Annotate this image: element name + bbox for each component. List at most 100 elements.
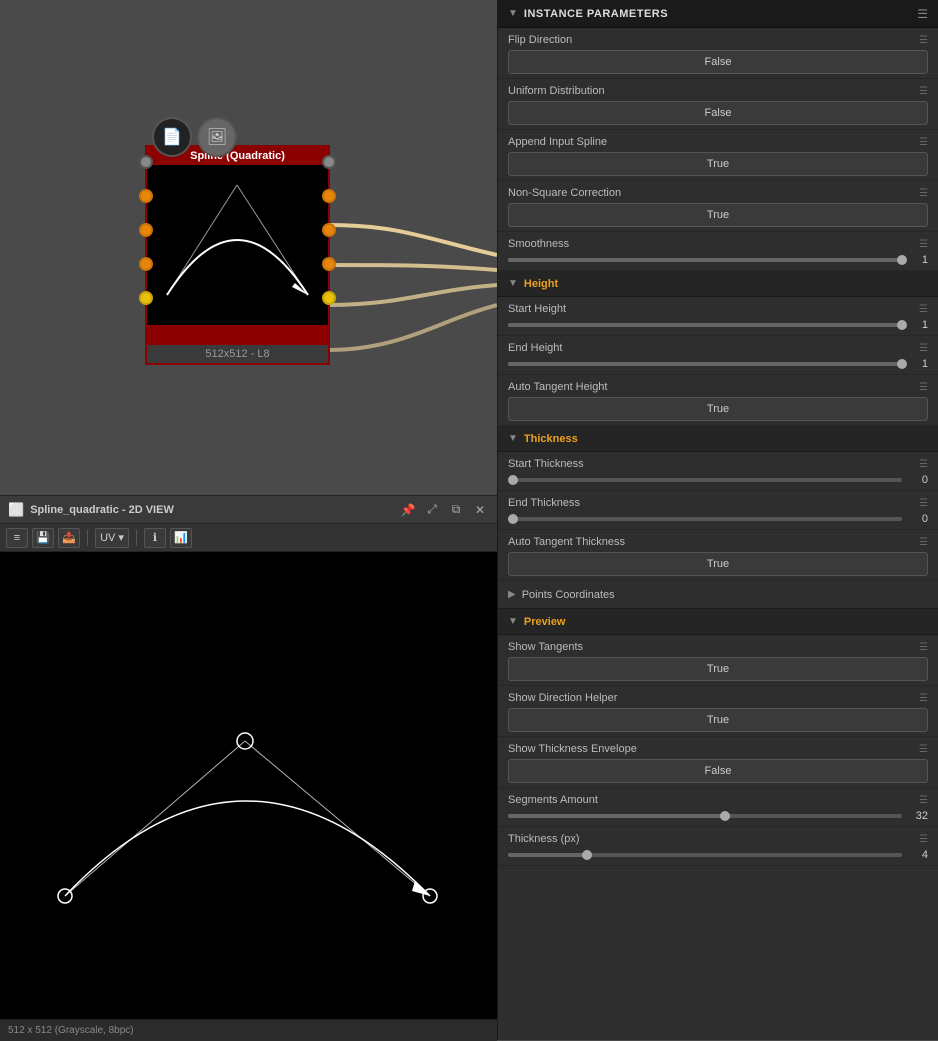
smoothness-track[interactable] bbox=[508, 258, 902, 262]
end-height-label-text: End Height bbox=[508, 342, 919, 354]
height-section-header[interactable]: ▼ Height bbox=[498, 271, 938, 297]
end-height-thumb[interactable] bbox=[897, 359, 907, 369]
close-button[interactable]: ✕ bbox=[471, 501, 489, 519]
end-thickness-row: End Thickness ☰ 0 bbox=[498, 491, 938, 530]
points-coord-title: Points Coordinates bbox=[522, 589, 928, 601]
right-panel: ▼ INSTANCE PARAMETERS ☰ Flip Direction ☰… bbox=[497, 0, 938, 1040]
auto-tangent-thickness-filter[interactable]: ☰ bbox=[919, 537, 928, 548]
end-thickness-filter[interactable]: ☰ bbox=[919, 498, 928, 509]
connector-right-1[interactable] bbox=[322, 155, 336, 169]
segments-amount-thumb[interactable] bbox=[720, 811, 730, 821]
thickness-px-track[interactable] bbox=[508, 853, 902, 857]
end-height-filter[interactable]: ☰ bbox=[919, 343, 928, 354]
start-height-filter[interactable]: ☰ bbox=[919, 304, 928, 315]
smoothness-thumb[interactable] bbox=[897, 255, 907, 265]
start-height-track[interactable] bbox=[508, 323, 902, 327]
end-thickness-thumb[interactable] bbox=[508, 514, 518, 524]
points-coordinates-row[interactable]: ▶ Points Coordinates bbox=[498, 581, 938, 609]
pin-button[interactable]: 📌 bbox=[399, 501, 417, 519]
toolbar-chart-btn[interactable]: 📊 bbox=[170, 528, 192, 548]
segments-amount-row: Segments Amount ☰ 32 bbox=[498, 788, 938, 827]
flip-direction-filter[interactable]: ☰ bbox=[919, 35, 928, 46]
append-input-filter[interactable]: ☰ bbox=[919, 137, 928, 148]
show-thickness-env-value: False bbox=[705, 765, 732, 777]
view-canvas bbox=[0, 552, 497, 1019]
flip-direction-toggle[interactable]: False bbox=[508, 50, 928, 74]
segments-amount-filter[interactable]: ☰ bbox=[919, 795, 928, 806]
show-direction-label: Show Direction Helper ☰ bbox=[508, 692, 928, 704]
left-panel: 📄 🖼 Spline (Quadratic) bbox=[0, 0, 497, 1040]
non-square-label-text: Non-Square Correction bbox=[508, 187, 919, 199]
start-thickness-track[interactable] bbox=[508, 478, 902, 482]
start-height-thumb[interactable] bbox=[897, 320, 907, 330]
connector-right-5[interactable] bbox=[322, 291, 336, 305]
toolbar-layers-btn[interactable]: ≡ bbox=[6, 528, 28, 548]
append-input-label: Append Input Spline ☰ bbox=[508, 136, 928, 148]
show-tangents-filter[interactable]: ☰ bbox=[919, 642, 928, 653]
node-icon-image[interactable]: 🖼 bbox=[197, 117, 237, 157]
start-thickness-row: Start Thickness ☰ 0 bbox=[498, 452, 938, 491]
expand-button[interactable]: ⤢ bbox=[423, 501, 441, 519]
filter-icon-main[interactable]: ☰ bbox=[917, 7, 928, 21]
uniform-dist-toggle[interactable]: False bbox=[508, 101, 928, 125]
end-height-track[interactable] bbox=[508, 362, 902, 366]
connector-left-1[interactable] bbox=[139, 155, 153, 169]
non-square-toggle[interactable]: True bbox=[508, 203, 928, 227]
toolbar-info-btn[interactable]: ℹ bbox=[144, 528, 166, 548]
auto-tangent-height-toggle[interactable]: True bbox=[508, 397, 928, 421]
thickness-px-filter[interactable]: ☰ bbox=[919, 834, 928, 845]
show-direction-value: True bbox=[707, 714, 729, 726]
float-button[interactable]: ⧉ bbox=[447, 501, 465, 519]
view-title-text: Spline_quadratic - 2D VIEW bbox=[30, 504, 393, 516]
show-tangents-toggle[interactable]: True bbox=[508, 657, 928, 681]
toolbar-save-btn[interactable]: 💾 bbox=[32, 528, 54, 548]
flip-direction-label: Flip Direction ☰ bbox=[508, 34, 928, 46]
auto-tangent-height-label: Auto Tangent Height ☰ bbox=[508, 381, 928, 393]
auto-tangent-height-filter[interactable]: ☰ bbox=[919, 382, 928, 393]
start-thickness-filter[interactable]: ☰ bbox=[919, 459, 928, 470]
segments-amount-track[interactable] bbox=[508, 814, 902, 818]
node-box[interactable]: 📄 🖼 Spline (Quadratic) bbox=[145, 145, 330, 365]
connector-right-3[interactable] bbox=[322, 223, 336, 237]
instance-params-header[interactable]: ▼ INSTANCE PARAMETERS ☰ bbox=[498, 0, 938, 28]
auto-tangent-thickness-toggle[interactable]: True bbox=[508, 552, 928, 576]
view-title-icon: ⬜ bbox=[8, 502, 24, 518]
end-thickness-track[interactable] bbox=[508, 517, 902, 521]
node-icon-doc[interactable]: 📄 bbox=[152, 117, 192, 157]
height-section-title: Height bbox=[524, 278, 928, 290]
non-square-filter[interactable]: ☰ bbox=[919, 188, 928, 199]
smoothness-filter[interactable]: ☰ bbox=[919, 239, 928, 250]
show-direction-toggle[interactable]: True bbox=[508, 708, 928, 732]
append-input-toggle[interactable]: True bbox=[508, 152, 928, 176]
connector-left-5[interactable] bbox=[139, 291, 153, 305]
start-height-slider-row: 1 bbox=[508, 319, 928, 331]
preview-section-header[interactable]: ▼ Preview bbox=[498, 609, 938, 635]
auto-tangent-thickness-row: Auto Tangent Thickness ☰ True bbox=[498, 530, 938, 581]
end-thickness-label: End Thickness ☰ bbox=[508, 497, 928, 509]
connector-right-4[interactable] bbox=[322, 257, 336, 271]
connector-left-2[interactable] bbox=[139, 189, 153, 203]
thickness-section-header[interactable]: ▼ Thickness bbox=[498, 426, 938, 452]
thickness-px-thumb[interactable] bbox=[582, 850, 592, 860]
connector-left-4[interactable] bbox=[139, 257, 153, 271]
uniform-dist-value: False bbox=[705, 107, 732, 119]
segments-amount-fill bbox=[508, 814, 725, 818]
toolbar-export-btn[interactable]: 📤 bbox=[58, 528, 80, 548]
end-height-fill bbox=[508, 362, 902, 366]
height-arrow: ▼ bbox=[508, 278, 518, 289]
points-coord-arrow: ▶ bbox=[508, 589, 516, 600]
start-thickness-thumb[interactable] bbox=[508, 475, 518, 485]
uniform-dist-filter[interactable]: ☰ bbox=[919, 86, 928, 97]
node-icons: 📄 🖼 bbox=[152, 117, 237, 157]
show-tangents-row: Show Tangents ☰ True bbox=[498, 635, 938, 686]
show-thickness-env-toggle[interactable]: False bbox=[508, 759, 928, 783]
toolbar-wrap-btn[interactable]: UV ▾ bbox=[95, 528, 129, 548]
non-square-value: True bbox=[707, 209, 729, 221]
show-direction-filter[interactable]: ☰ bbox=[919, 693, 928, 704]
connector-left-3[interactable] bbox=[139, 223, 153, 237]
connector-right-2[interactable] bbox=[322, 189, 336, 203]
view-status: 512 x 512 (Grayscale, 8bpc) bbox=[0, 1019, 497, 1041]
start-height-fill bbox=[508, 323, 902, 327]
show-thickness-env-filter[interactable]: ☰ bbox=[919, 744, 928, 755]
node-label: 512x512 - L8 bbox=[147, 345, 328, 363]
